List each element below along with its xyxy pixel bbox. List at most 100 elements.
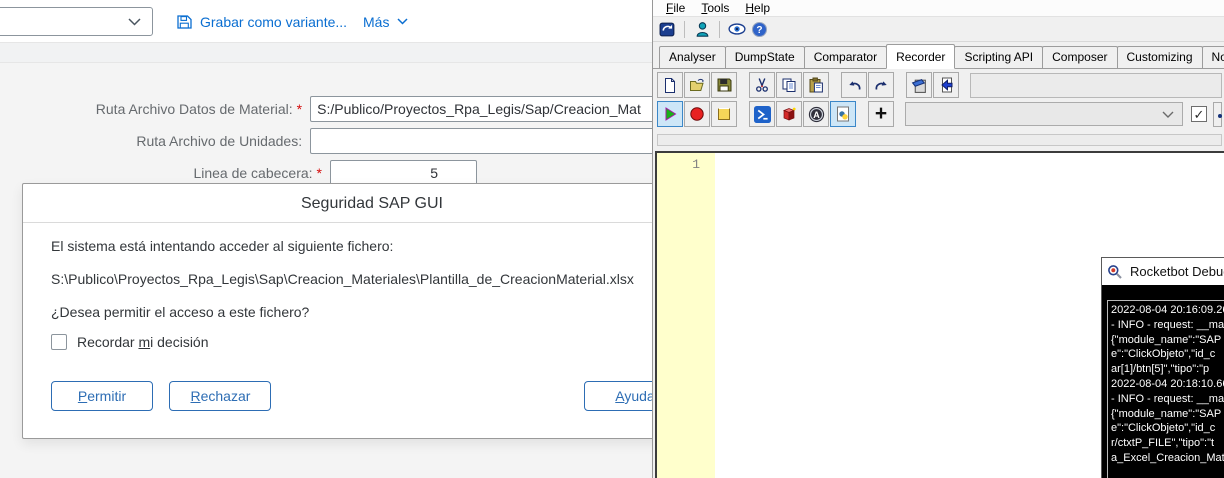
paste-icon — [808, 77, 824, 93]
copy-icon — [781, 77, 797, 93]
record-icon — [689, 106, 705, 122]
play-icon — [662, 106, 678, 122]
more-button[interactable]: Más — [363, 0, 408, 43]
cube-button[interactable] — [776, 101, 802, 127]
cut-icon — [754, 77, 770, 93]
svg-text:A: A — [813, 109, 820, 119]
import-page-icon — [938, 77, 954, 93]
debugger-log[interactable]: 2022-08-04 20:16:09.26 - INFO - request:… — [1107, 300, 1224, 478]
new-file-button[interactable] — [657, 72, 683, 98]
save-variant-button[interactable]: Grabar como variante... — [176, 0, 347, 43]
log-line: e":"ClickObjeto","id_c — [1111, 347, 1224, 362]
record-button[interactable] — [684, 101, 710, 127]
tab-recorder[interactable]: Recorder — [886, 44, 955, 69]
undo-button[interactable] — [841, 72, 867, 98]
tab-strip: Analyser DumpState Comparator Recorder S… — [653, 42, 1224, 68]
log-line: - INFO - request: __ma — [1111, 318, 1224, 333]
tab-composer[interactable]: Composer — [1042, 46, 1117, 68]
chevron-down-icon — [397, 18, 408, 25]
run-toolbar-row: A + ✓ — [657, 101, 1222, 127]
open-file-button[interactable] — [684, 72, 710, 98]
menu-help[interactable]: Help — [737, 1, 778, 16]
plus-icon: + — [875, 105, 887, 123]
log-line: {"module_name":"SAP — [1111, 407, 1224, 422]
powershell-button[interactable] — [749, 101, 775, 127]
import-page-button[interactable] — [933, 72, 959, 98]
more-label: Más — [363, 14, 389, 30]
chevron-down-icon — [1162, 111, 1174, 118]
units-path-row: Ruta Archivo de Unidades: — [0, 128, 660, 154]
screenshot-root: Grabar como variante... Más Ruta Archivo… — [0, 0, 1224, 478]
menu-bar: File Tools Help — [653, 0, 1224, 16]
python-file-icon — [835, 106, 851, 122]
check-icon: ✓ — [1194, 108, 1205, 121]
option-checkbox[interactable]: ✓ — [1191, 106, 1207, 122]
dialog-question: ¿Desea permitir el acceso a este fichero… — [51, 304, 721, 320]
save-variant-label: Grabar como variante... — [200, 14, 347, 30]
sap-gui-window: Grabar como variante... Más Ruta Archivo… — [0, 0, 660, 478]
log-line: - INFO - request: __ma — [1111, 392, 1224, 407]
cut-button[interactable] — [749, 72, 775, 98]
tab-dumpstate[interactable]: DumpState — [725, 46, 805, 68]
material-path-row: Ruta Archivo Datos de Material:* — [0, 96, 660, 122]
stop-button[interactable] — [711, 101, 737, 127]
debugger-title: Rocketbot Debugg — [1130, 264, 1224, 279]
save-button[interactable] — [711, 72, 737, 98]
toolbar-separator — [684, 21, 685, 38]
debugger-body: 2022-08-04 20:16:09.26 - INFO - request:… — [1102, 286, 1224, 478]
script-pad-button[interactable] — [906, 72, 932, 98]
python-script-button[interactable] — [830, 101, 856, 127]
deny-button[interactable]: Rechazar — [169, 381, 271, 411]
magnifier-icon — [1107, 264, 1123, 280]
help-icon[interactable]: ? — [750, 20, 768, 38]
chevron-down-icon — [128, 18, 141, 26]
material-path-input[interactable] — [310, 96, 660, 122]
script-pad-icon — [911, 77, 928, 94]
sap-form: Ruta Archivo Datos de Material:* Ruta Ar… — [0, 63, 660, 186]
tab-analyser[interactable]: Analyser — [659, 46, 726, 68]
autoit-button[interactable]: A — [803, 101, 829, 127]
debugger-title-bar[interactable]: Rocketbot Debugg — [1102, 258, 1224, 285]
paste-button[interactable] — [803, 72, 829, 98]
tab-notes[interactable]: Notes — [1202, 46, 1224, 68]
variant-combobox[interactable] — [0, 7, 153, 36]
tab-scripting-api[interactable]: Scripting API — [954, 46, 1043, 68]
sap-footer-toolbar: Grabar como variante... Más — [0, 0, 660, 43]
remember-decision-label: Recordar mi decisión — [77, 334, 209, 350]
tab-customizing[interactable]: Customizing — [1117, 46, 1203, 68]
log-line: 2022-08-04 20:16:09.26 — [1111, 303, 1224, 318]
autoit-icon: A — [808, 106, 825, 123]
redo-button[interactable] — [868, 72, 894, 98]
open-folder-icon — [689, 77, 706, 93]
allow-button[interactable]: Permitir — [51, 381, 153, 411]
menu-tools[interactable]: Tools — [693, 1, 737, 16]
toolbar-separator — [719, 21, 720, 38]
tab-comparator[interactable]: Comparator — [804, 46, 887, 68]
menu-file[interactable]: File — [658, 1, 693, 16]
units-path-input[interactable] — [310, 128, 660, 154]
edit-toolbar-row — [657, 72, 1222, 98]
play-button[interactable] — [657, 101, 683, 127]
required-asterisk: * — [317, 165, 322, 181]
copy-button[interactable] — [776, 72, 802, 98]
powershell-icon — [754, 106, 771, 123]
sap-connect-icon[interactable] — [658, 20, 676, 38]
main-toolbar: ? — [653, 16, 1224, 42]
add-command-button[interactable]: + — [868, 101, 894, 127]
eye-icon[interactable] — [728, 20, 746, 38]
clipped-toolbar-button[interactable] — [1213, 102, 1222, 127]
status-strip — [657, 134, 1222, 146]
units-path-label: Ruta Archivo de Unidades: — [136, 133, 302, 149]
section-divider-band — [0, 43, 660, 63]
login-user-icon[interactable] — [693, 20, 711, 38]
undo-icon — [846, 78, 863, 93]
log-line: ar[1]/btn[5]","tipo":"p — [1111, 362, 1224, 377]
header-line-label: Linea de cabecera: — [193, 165, 312, 181]
dialog-file-path: S:\Publico\Proyectos_Rpa_Legis\Sap\Creac… — [51, 271, 721, 287]
line-number: 1 — [692, 157, 700, 172]
svg-text:?: ? — [756, 25, 762, 36]
script-selector-combobox[interactable] — [905, 102, 1183, 126]
log-line: a_Excel_Creacion_Mat — [1111, 451, 1224, 466]
remember-decision-checkbox[interactable] — [51, 334, 67, 350]
dialog-title: Seguridad SAP GUI — [23, 184, 721, 223]
